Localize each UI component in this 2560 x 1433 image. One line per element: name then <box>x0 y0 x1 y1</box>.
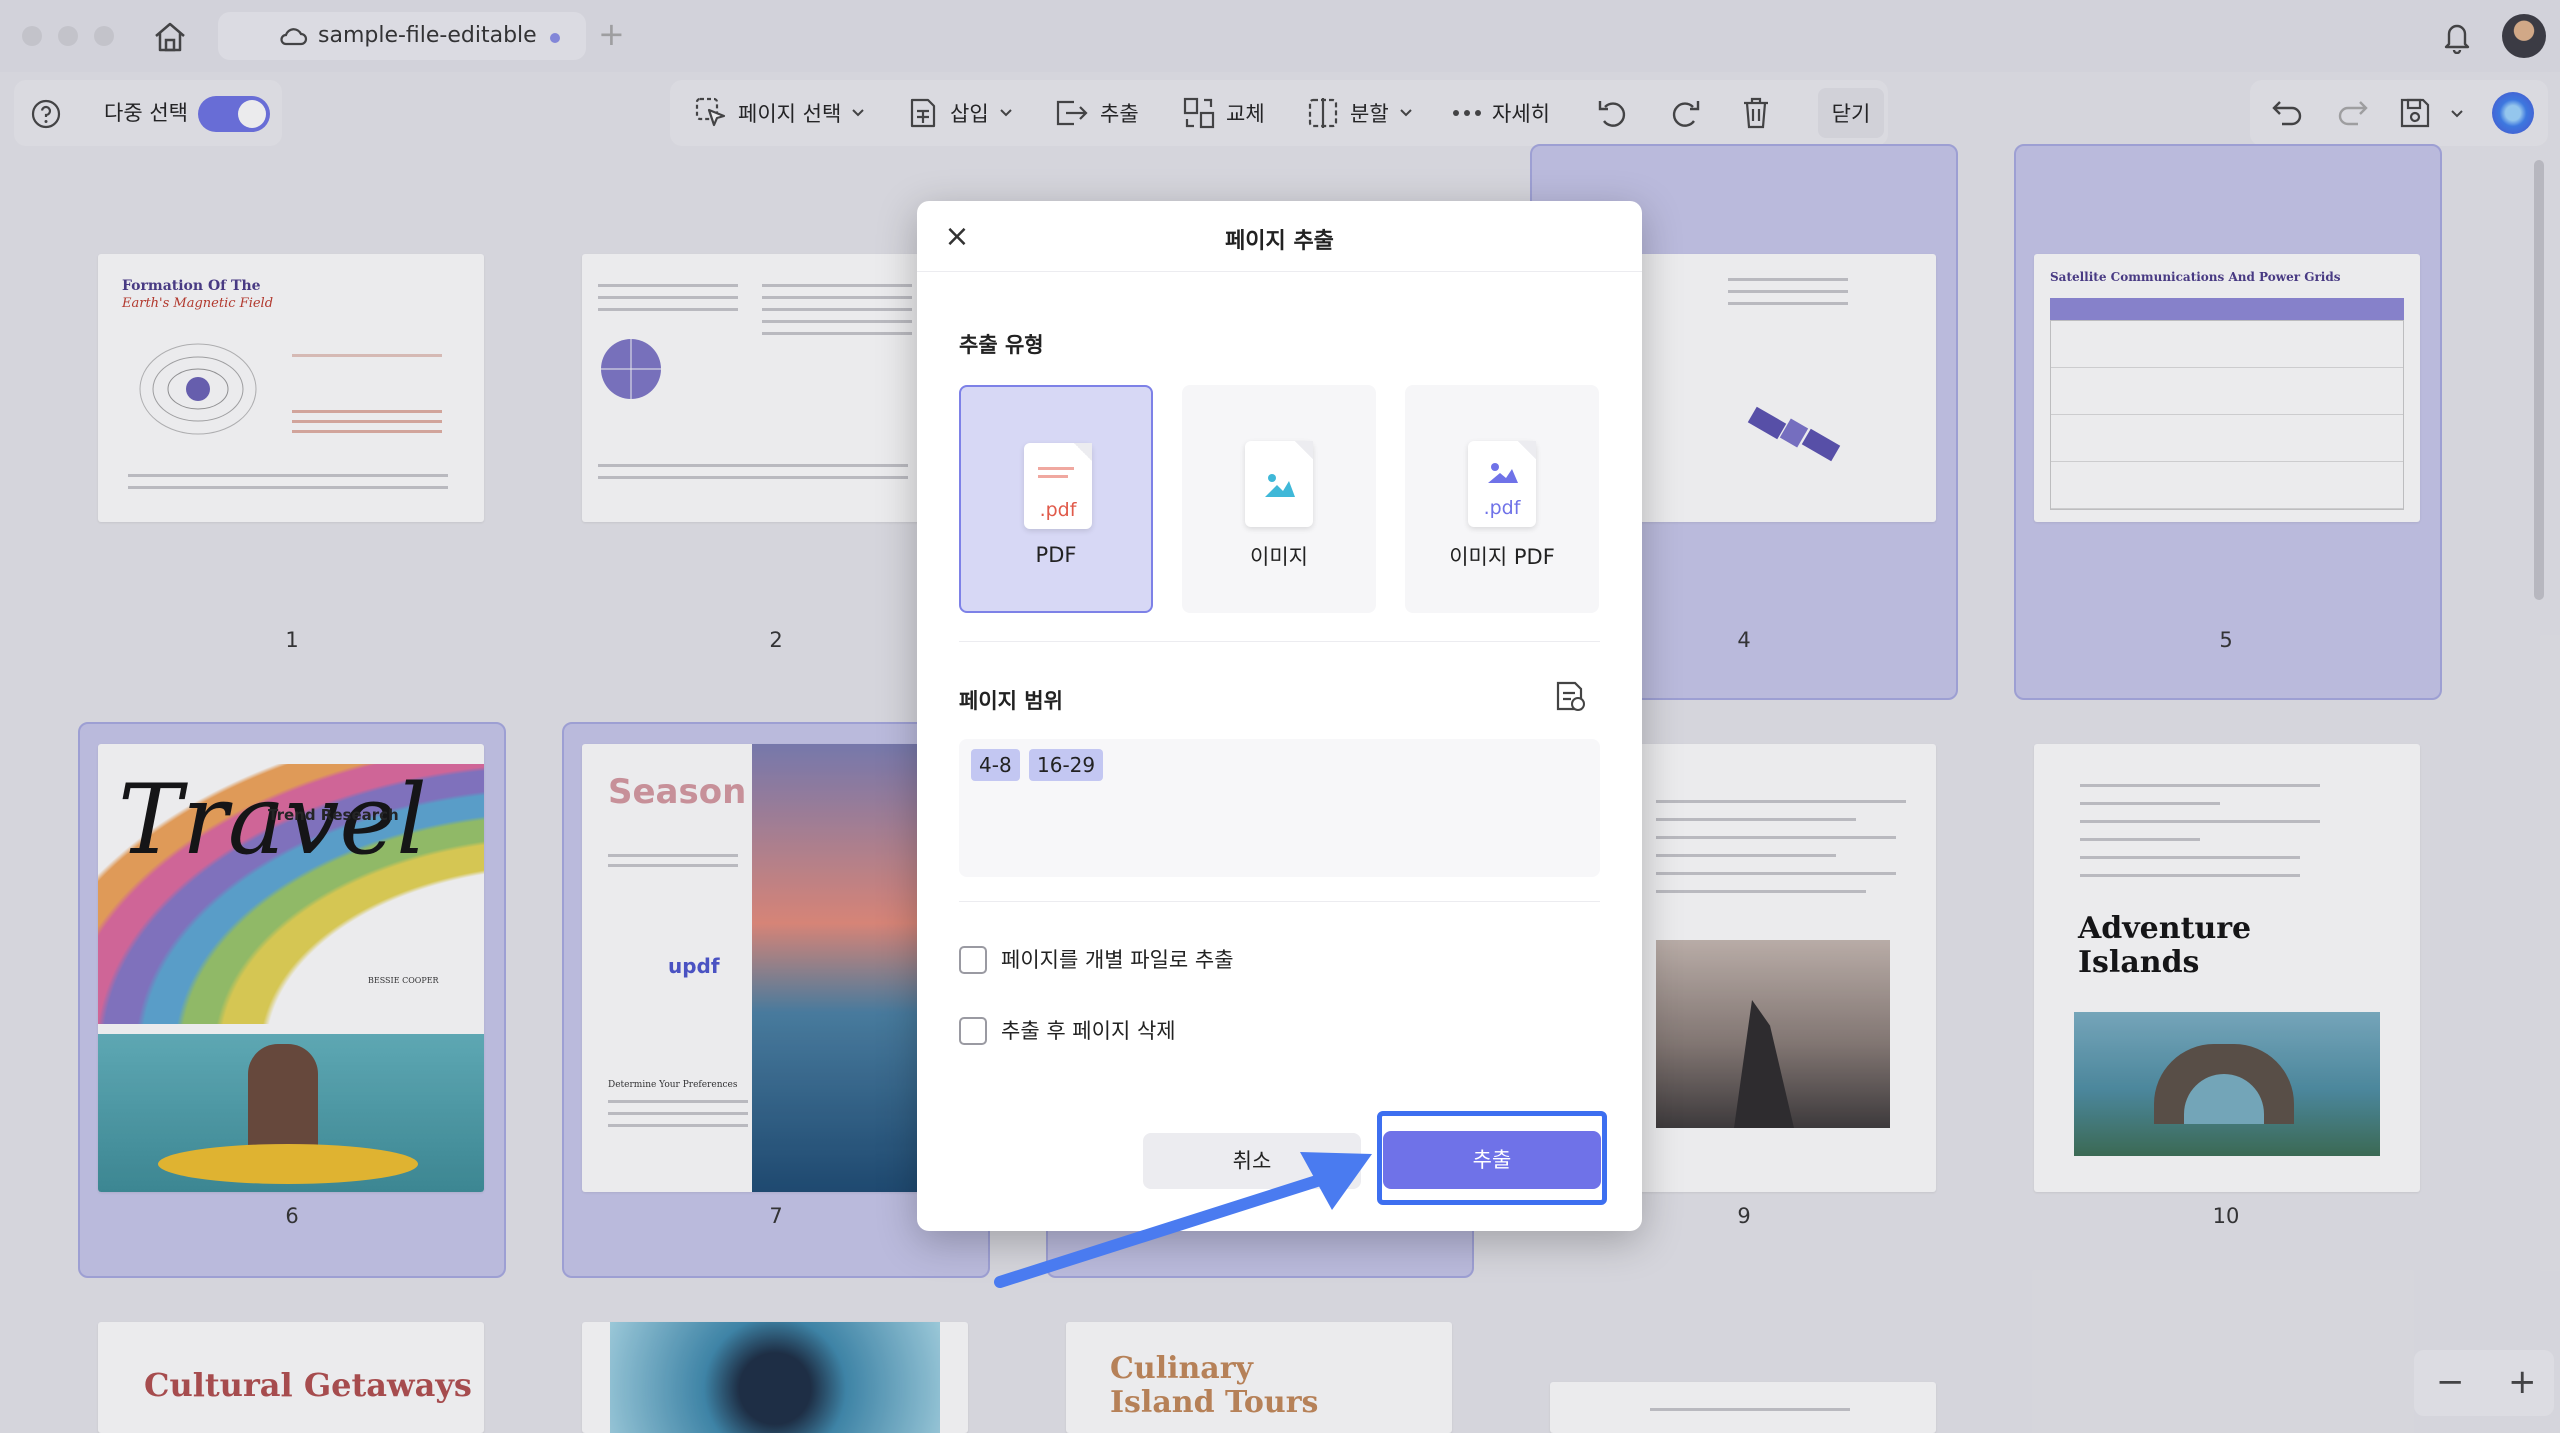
type-label: 이미지 PDF <box>1449 545 1555 569</box>
checkbox[interactable] <box>959 946 987 974</box>
option-label: 페이지를 개별 파일로 추출 <box>1001 948 1234 972</box>
extract-type-label: 추출 유형 <box>959 333 1044 357</box>
range-chip[interactable]: 16-29 <box>1029 749 1104 781</box>
type-label: PDF <box>1035 543 1077 567</box>
page-range-settings-icon[interactable] <box>1553 679 1587 713</box>
pdf-file-icon: .pdf <box>1024 443 1092 529</box>
range-chip[interactable]: 4-8 <box>971 749 1020 781</box>
file-extension: .pdf <box>1039 499 1077 521</box>
image-file-icon <box>1245 441 1313 527</box>
extract-pages-dialog: × 페이지 추출 추출 유형 .pdf PDF 이미지 .pdf 이미지 PDF… <box>917 201 1642 1231</box>
extract-button[interactable]: 추출 <box>1383 1131 1601 1189</box>
dialog-title: 페이지 추출 <box>1225 229 1334 254</box>
type-label: 이미지 <box>1250 545 1308 569</box>
checkbox[interactable] <box>959 1017 987 1045</box>
type-option-image-pdf[interactable]: .pdf 이미지 PDF <box>1405 385 1599 613</box>
page-range-label: 페이지 범위 <box>959 689 1063 713</box>
image-pdf-file-icon: .pdf <box>1468 441 1536 527</box>
option-extract-separate[interactable]: 페이지를 개별 파일로 추출 <box>959 945 1234 975</box>
file-extension: .pdf <box>1483 497 1521 519</box>
option-label: 추출 후 페이지 삭제 <box>1001 1019 1176 1043</box>
type-option-image[interactable]: 이미지 <box>1182 385 1376 613</box>
option-delete-after[interactable]: 추출 후 페이지 삭제 <box>959 1016 1176 1046</box>
page-range-input[interactable]: 4-8 16-29 <box>959 739 1600 877</box>
type-option-pdf[interactable]: .pdf PDF <box>959 385 1153 613</box>
cancel-button[interactable]: 취소 <box>1143 1133 1361 1189</box>
